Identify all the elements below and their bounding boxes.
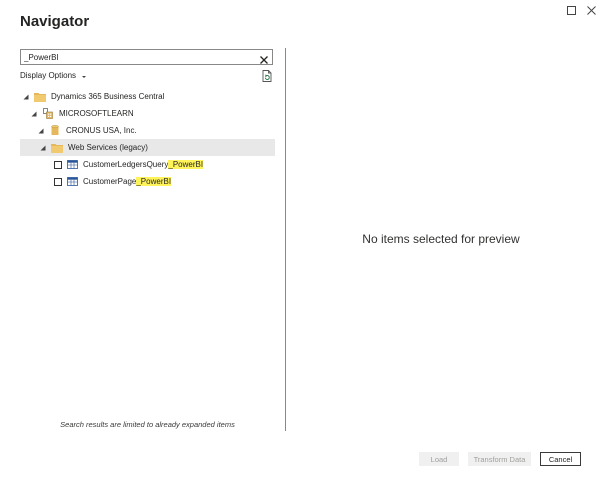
tree-node-web-services[interactable]: Web Services (legacy) xyxy=(20,139,275,156)
display-options-label: Display Options xyxy=(20,71,77,80)
search-limit-note: Search results are limited to already ex… xyxy=(60,420,235,429)
expand-triangle-icon[interactable] xyxy=(22,93,30,101)
refresh-document-icon[interactable] xyxy=(262,69,273,82)
item-label: CustomerLedgersQuery_PowerBI xyxy=(83,160,204,169)
item-label-prefix: CustomerLedgersQuery xyxy=(83,160,169,169)
expand-triangle-icon[interactable] xyxy=(39,144,47,152)
table-icon xyxy=(66,159,78,170)
tree-node-label: CRONUS USA, Inc. xyxy=(66,126,137,135)
maximize-icon[interactable] xyxy=(564,3,578,17)
close-icon[interactable] xyxy=(584,3,598,17)
database-icon xyxy=(49,125,61,136)
navigator-tree: Dynamics 365 Business Central MICROSOFTL… xyxy=(20,88,275,190)
item-checkbox[interactable] xyxy=(54,177,62,186)
display-options-dropdown[interactable]: Display Options xyxy=(20,71,87,80)
environment-icon xyxy=(42,108,54,119)
tree-item-customer-ledgers-query[interactable]: CustomerLedgersQuery_PowerBI xyxy=(20,156,275,173)
transform-data-button[interactable]: Transform Data xyxy=(468,452,531,466)
tree-item-customer-page[interactable]: CustomerPage_PowerBI xyxy=(20,173,275,190)
item-label-prefix: CustomerPage xyxy=(83,177,137,186)
cancel-button[interactable]: Cancel xyxy=(540,452,581,466)
tree-node-root[interactable]: Dynamics 365 Business Central xyxy=(20,88,275,105)
folder-icon xyxy=(34,91,46,102)
tree-node-label: MICROSOFTLEARN xyxy=(59,109,134,118)
item-label: CustomerPage_PowerBI xyxy=(83,177,172,186)
tree-node-environment[interactable]: MICROSOFTLEARN xyxy=(20,105,275,122)
caret-down-icon xyxy=(81,73,87,79)
search-input[interactable] xyxy=(24,51,254,63)
load-button[interactable]: Load xyxy=(419,452,459,466)
preview-empty-message: No items selected for preview xyxy=(362,232,520,246)
search-match-highlight: _PowerBI xyxy=(136,177,172,186)
table-icon xyxy=(66,176,78,187)
item-checkbox[interactable] xyxy=(54,160,62,169)
tree-node-label: Dynamics 365 Business Central xyxy=(51,92,165,101)
window-title: Navigator xyxy=(20,13,90,30)
folder-icon xyxy=(51,142,63,153)
search-box[interactable] xyxy=(20,49,273,65)
expand-triangle-icon[interactable] xyxy=(30,110,38,118)
expand-triangle-icon[interactable] xyxy=(37,127,45,135)
search-match-highlight: _PowerBI xyxy=(168,160,204,169)
tree-node-company[interactable]: CRONUS USA, Inc. xyxy=(20,122,275,139)
clear-icon[interactable] xyxy=(259,52,269,64)
tree-node-label: Web Services (legacy) xyxy=(68,143,148,152)
